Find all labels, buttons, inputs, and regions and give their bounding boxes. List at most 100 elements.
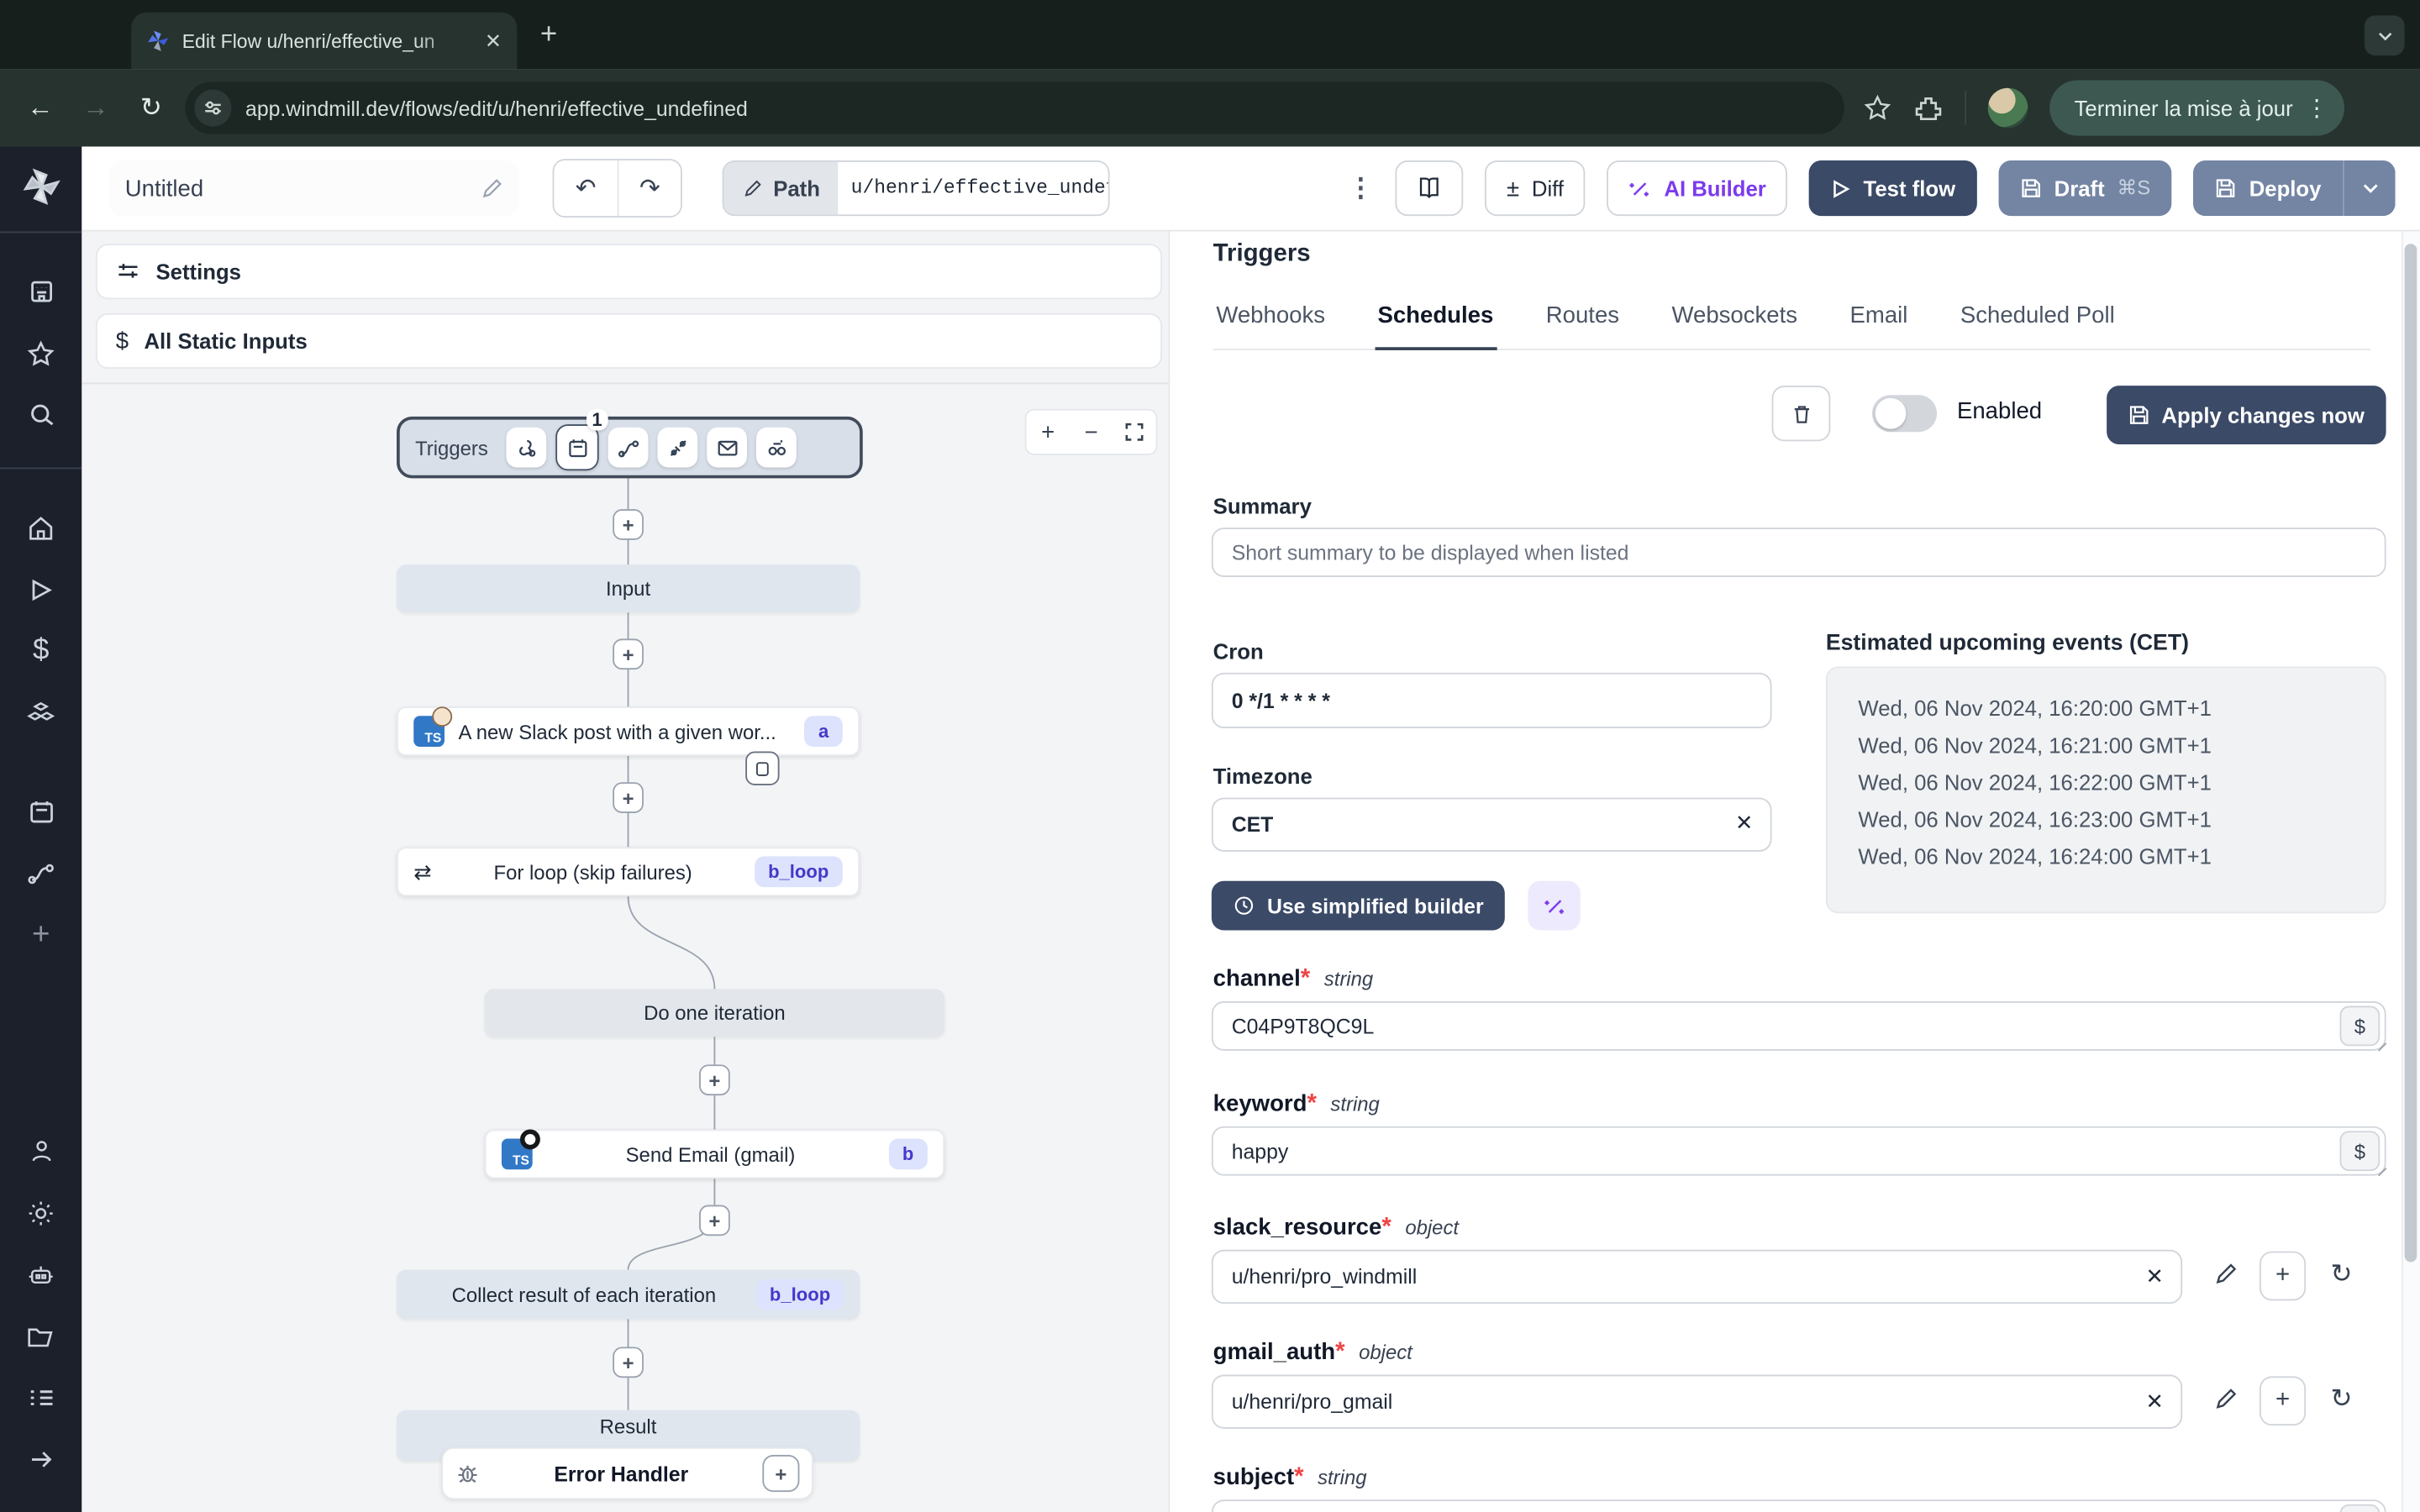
cron-input[interactable] — [1211, 672, 1772, 728]
sidebar-item-workspace[interactable] — [0, 260, 82, 322]
fullscreen-button[interactable] — [1113, 411, 1155, 454]
send-email-node[interactable]: TS Send Email (gmail) b — [484, 1129, 945, 1179]
diff-button[interactable]: ± Diff — [1485, 160, 1586, 217]
flow-graph[interactable]: Triggers 1 + − + + + + + + Input TS A ne… — [82, 383, 1168, 1512]
add-resource-button[interactable]: + — [2259, 1251, 2307, 1301]
more-options-icon[interactable]: ⋮ — [1348, 173, 1374, 204]
sidebar-item-search[interactable] — [0, 384, 82, 445]
sidebar-item-home[interactable] — [0, 496, 82, 558]
tab-scheduled-poll[interactable]: Scheduled Poll — [1957, 302, 2118, 349]
refresh-resource-icon[interactable]: ↻ — [2330, 1259, 2352, 1290]
sidebar-expand-icon[interactable] — [0, 1429, 82, 1490]
tab-webhooks[interactable]: Webhooks — [1213, 302, 1328, 349]
refresh-resource-icon[interactable]: ↻ — [2330, 1384, 2352, 1415]
add-step-button[interactable]: + — [613, 509, 644, 540]
redo-button[interactable]: ↷ — [617, 160, 681, 217]
bookmark-star-icon[interactable] — [1863, 93, 1892, 123]
early-stop-button[interactable] — [745, 751, 780, 785]
error-handler-node[interactable]: Error Handler + — [441, 1446, 813, 1500]
iteration-node[interactable]: Do one iteration — [484, 989, 945, 1037]
forward-icon[interactable]: → — [68, 92, 124, 123]
test-flow-button[interactable]: Test flow — [1809, 160, 1977, 217]
docs-button[interactable] — [1395, 160, 1464, 217]
sidebar-item-variables[interactable]: $ — [0, 620, 82, 681]
flow-name-field[interactable]: Untitled — [109, 160, 519, 217]
timezone-input[interactable] — [1211, 797, 1772, 852]
simplified-builder-button[interactable]: Use simplified builder — [1211, 880, 1506, 931]
clear-resource-icon[interactable]: ✕ — [2146, 1263, 2165, 1289]
reload-icon[interactable]: ↻ — [124, 92, 179, 123]
tab-email[interactable]: Email — [1847, 302, 1911, 349]
keyword-input[interactable] — [1211, 1126, 2386, 1176]
sidebar-item-folders[interactable] — [0, 1305, 82, 1367]
undo-button[interactable]: ↶ — [554, 160, 618, 217]
tab-strip-chevron-icon[interactable] — [2364, 15, 2405, 56]
sidebar-item-runs[interactable] — [0, 559, 82, 620]
slack-step-node[interactable]: TS A new Slack post with a given wor... … — [397, 706, 860, 756]
clear-resource-icon[interactable]: ✕ — [2146, 1389, 2165, 1415]
summary-input[interactable] — [1211, 528, 2386, 577]
deploy-button[interactable]: Deploy — [2193, 160, 2344, 217]
webhook-trigger-icon[interactable] — [506, 427, 547, 468]
add-resource-button[interactable]: + — [2259, 1376, 2307, 1426]
route-trigger-icon[interactable] — [608, 427, 649, 468]
profile-avatar[interactable] — [1987, 87, 2028, 129]
email-trigger-icon[interactable] — [707, 427, 748, 468]
new-tab-button[interactable]: + — [540, 18, 557, 52]
sidebar-item-add[interactable]: + — [0, 904, 82, 965]
path-value[interactable]: u/henri/effective_undef — [838, 161, 1109, 215]
sidebar-item-workers[interactable] — [0, 1243, 82, 1305]
sidebar-item-schedules[interactable] — [0, 780, 82, 842]
zoom-out-button[interactable]: − — [1070, 411, 1113, 454]
site-settings-icon[interactable] — [194, 89, 232, 127]
draft-button[interactable]: Draft ⌘S — [1998, 160, 2172, 217]
add-step-button[interactable]: + — [699, 1064, 730, 1096]
sidebar-item-favorites[interactable] — [0, 323, 82, 384]
chrome-menu-icon[interactable]: ⋮ — [2305, 94, 2328, 122]
sidebar-item-account[interactable] — [0, 1120, 82, 1181]
deploy-dropdown-button[interactable] — [2343, 160, 2396, 217]
subject-input[interactable] — [1211, 1499, 2386, 1512]
add-step-button[interactable]: + — [613, 782, 644, 813]
static-inputs-card[interactable]: $ All Static Inputs — [95, 312, 1163, 369]
url-bar[interactable]: app.windmill.dev/flows/edit/u/henri/effe… — [185, 81, 1844, 134]
path-chip[interactable]: Path u/henri/effective_undef — [722, 160, 1111, 217]
edit-resource-button[interactable] — [2213, 1262, 2238, 1286]
scheduled-poll-trigger-icon[interactable] — [756, 427, 797, 468]
tab-websockets[interactable]: Websockets — [1669, 302, 1801, 349]
zoom-in-button[interactable]: + — [1026, 411, 1069, 454]
ai-cron-button[interactable] — [1528, 880, 1581, 931]
sidebar-item-settings[interactable] — [0, 1182, 82, 1243]
add-step-button[interactable]: + — [699, 1205, 730, 1236]
delete-schedule-button[interactable] — [1771, 386, 1831, 442]
browser-tab[interactable]: Edit Flow u/henri/effective_un ✕ — [131, 12, 518, 70]
enabled-toggle[interactable] — [1871, 395, 1938, 433]
edit-name-pencil-icon[interactable] — [480, 176, 503, 200]
extensions-icon[interactable] — [1914, 93, 1944, 123]
slack-resource-input[interactable] — [1211, 1249, 2183, 1305]
settings-card[interactable]: Settings — [95, 244, 1163, 300]
sidebar-item-resources[interactable] — [0, 682, 82, 743]
tab-close-icon[interactable]: ✕ — [485, 29, 502, 53]
clear-timezone-icon[interactable]: ✕ — [1735, 810, 1754, 836]
schedule-trigger-icon[interactable]: 1 — [555, 408, 609, 471]
input-node[interactable]: Input — [397, 564, 860, 613]
add-step-button[interactable]: + — [613, 638, 644, 670]
sidebar-item-logs[interactable] — [0, 1367, 82, 1428]
back-icon[interactable]: ← — [13, 92, 68, 123]
insert-variable-button[interactable]: $ — [2339, 1504, 2381, 1512]
sidebar-item-flows[interactable] — [0, 843, 82, 904]
for-loop-node[interactable]: ⇄ For loop (skip failures) b_loop — [397, 847, 860, 897]
channel-input[interactable] — [1211, 1001, 2386, 1051]
collect-node[interactable]: Collect result of each iteration b_loop — [397, 1269, 860, 1320]
apply-changes-button[interactable]: Apply changes now — [2106, 386, 2386, 444]
gmail-auth-input[interactable] — [1211, 1374, 2183, 1429]
windmill-logo[interactable] — [22, 168, 60, 213]
finish-update-button[interactable]: Terminer la mise à jour ⋮ — [2049, 80, 2344, 136]
scrollbar-thumb[interactable] — [2404, 244, 2417, 1263]
edit-resource-button[interactable] — [2213, 1387, 2238, 1411]
tab-schedules[interactable]: Schedules — [1374, 302, 1497, 350]
tab-routes[interactable]: Routes — [1543, 302, 1623, 349]
ai-builder-button[interactable]: AI Builder — [1607, 160, 1788, 217]
add-step-button[interactable]: + — [613, 1347, 644, 1378]
